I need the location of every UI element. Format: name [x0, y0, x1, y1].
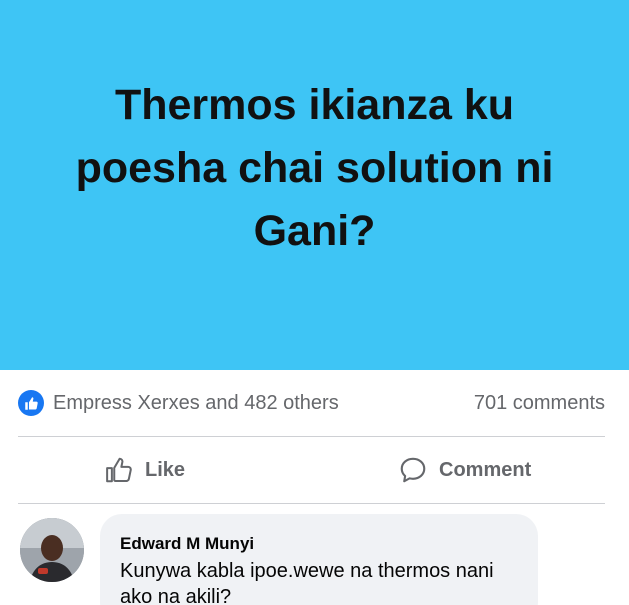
facebook-post: Thermos ikianza ku poesha chai solution … [0, 0, 629, 605]
reactions-summary[interactable]: Empress Xerxes and 482 others [18, 390, 339, 416]
like-button-label: Like [145, 458, 186, 481]
comments-count-link[interactable]: 701 comments [474, 392, 605, 415]
comment-text: Kunywa kabla ipoe.wewe na thermos nani a… [120, 560, 494, 605]
divider [18, 436, 605, 437]
comment-author-name[interactable]: Edward M Munyi [120, 534, 254, 554]
comment-bubble: Edward M Munyi Kunywa kabla ipoe.wewe na… [100, 514, 538, 605]
like-button[interactable]: Like [104, 455, 185, 485]
thumbs-up-icon [106, 457, 132, 483]
post-text-banner: Thermos ikianza ku poesha chai solution … [0, 0, 629, 370]
speech-bubble-icon [400, 457, 426, 483]
comment-button[interactable]: Comment [398, 455, 531, 485]
post-actions-row: Like Comment [18, 448, 605, 492]
reactions-summary-row: Empress Xerxes and 482 others 701 commen… [18, 386, 605, 420]
comment-button-label: Comment [439, 458, 532, 481]
post-text: Thermos ikianza ku poesha chai solution … [75, 80, 554, 255]
reactions-summary-text: Empress Xerxes and 482 others [53, 391, 339, 414]
divider [18, 503, 605, 504]
like-reaction-icon [18, 390, 44, 416]
avatar[interactable] [20, 518, 84, 582]
